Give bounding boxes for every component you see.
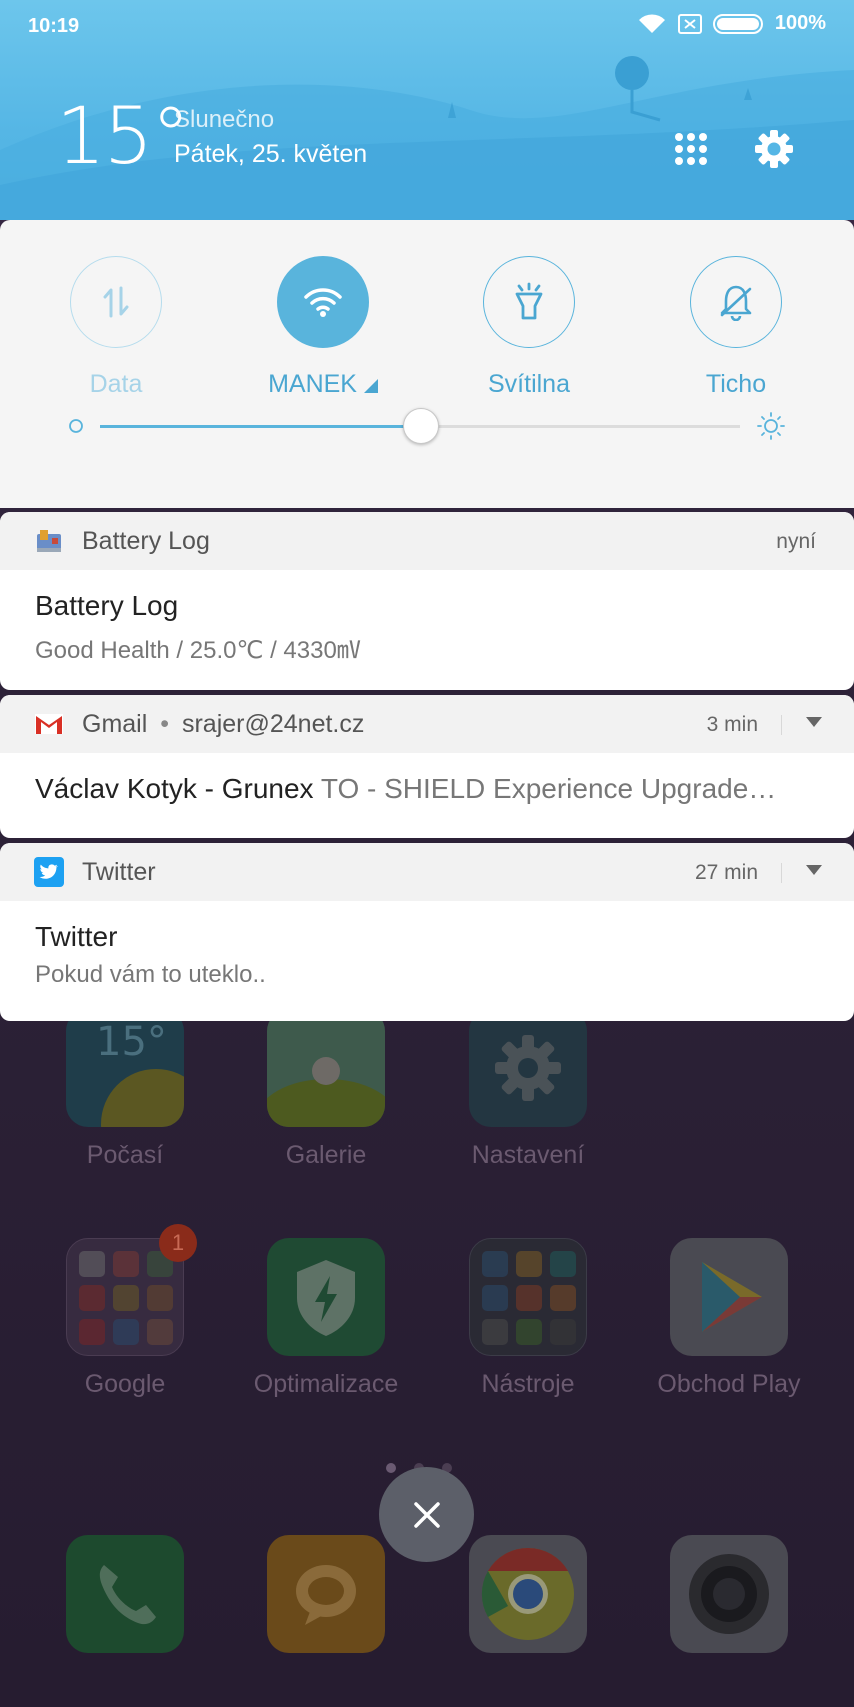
weather-app-icon: 15°	[66, 1009, 184, 1127]
optimize-app-icon	[267, 1238, 385, 1356]
tile-mobile-data[interactable]: Data	[31, 256, 201, 399]
app-label: Galerie	[285, 1141, 367, 1169]
notification-text: Pokud vám to uteklo..	[35, 961, 266, 988]
slider-knob[interactable]	[403, 408, 439, 444]
wifi-network-name: MANEK	[268, 370, 357, 398]
quick-settings-panel: Data MANEK Svítilna Ticho	[0, 220, 854, 508]
brightness-low-icon	[69, 419, 83, 433]
close-panel-button[interactable]	[379, 1467, 474, 1562]
messages-icon	[267, 1535, 385, 1653]
app-camera[interactable]	[629, 1535, 829, 1653]
notification-badge: 1	[159, 1224, 197, 1262]
chrome-icon	[469, 1535, 587, 1653]
weather-date: Pátek, 25. květen	[174, 140, 368, 168]
flashlight-icon	[515, 282, 543, 320]
tile-label: Svítilna	[488, 370, 570, 398]
slider-fill	[100, 425, 420, 428]
email-subject: TO - SHIELD Experience Upgrade…	[320, 773, 777, 804]
settings-app-icon	[469, 1009, 587, 1127]
wifi-icon	[304, 288, 342, 317]
notification-title: Twitter	[35, 921, 118, 952]
email-sender: Václav Kotyk - Grunex	[35, 773, 314, 804]
twitter-icon	[34, 857, 64, 887]
notification-text: Good Health / 25.0℃ / 4330㎷	[35, 637, 361, 664]
mute-bell-icon	[720, 285, 752, 321]
dropdown-corner-icon	[363, 379, 378, 393]
notification-time: nyní	[776, 530, 816, 553]
app-phone[interactable]	[25, 1535, 225, 1653]
settings-button[interactable]	[751, 126, 797, 172]
notification-app-name: Twitter	[82, 858, 156, 886]
app-tools-folder[interactable]: Nástroje	[428, 1238, 628, 1399]
app-play-store[interactable]: Obchod Play	[629, 1238, 829, 1399]
weather-condition: Slunečno	[174, 106, 275, 133]
app-chrome[interactable]	[428, 1535, 628, 1653]
tile-label: Data	[89, 370, 143, 398]
battery-percent: 100%	[774, 12, 826, 34]
gmail-icon	[34, 709, 64, 739]
notification-time: 3 min	[706, 713, 758, 736]
notification-app-name: Gmail • srajer@24net.cz	[82, 710, 365, 738]
notification-app-name: Battery Log	[82, 527, 210, 555]
gmail-account: srajer@24net.cz	[181, 710, 365, 738]
battery-icon	[712, 13, 763, 34]
tile-toggle[interactable]	[690, 256, 782, 348]
tools-folder-icon	[469, 1238, 587, 1356]
app-label: Obchod Play	[657, 1370, 801, 1398]
expand-chevron-icon[interactable]	[806, 865, 822, 875]
grid-icon	[675, 133, 707, 165]
phone-icon	[66, 1535, 184, 1653]
tile-label[interactable]: MANEK	[238, 370, 408, 399]
brightness-slider[interactable]	[66, 406, 794, 446]
toggles-grid-button[interactable]	[668, 126, 714, 172]
app-google-folder[interactable]: 1 Google	[25, 1224, 225, 1399]
gear-icon	[755, 130, 793, 168]
tile-label: Ticho	[705, 370, 767, 398]
notification-battery-log[interactable]: Battery Log nyní Battery Log Good Health…	[0, 512, 854, 690]
app-label: Nastavení	[471, 1141, 585, 1169]
no-sim-icon	[677, 13, 702, 34]
app-weather[interactable]: 15° Počasí	[25, 1009, 225, 1170]
app-messages[interactable]	[226, 1535, 426, 1653]
wifi-signal-icon	[638, 13, 665, 33]
notification-title: Battery Log	[35, 590, 179, 621]
status-time: 10:19	[28, 15, 80, 37]
app-gallery[interactable]: Galerie	[226, 1009, 426, 1170]
tile-wifi[interactable]: MANEK	[238, 256, 408, 399]
weather-temperature[interactable]: 15°	[56, 92, 190, 182]
tile-toggle[interactable]	[277, 256, 369, 348]
tile-toggle[interactable]	[483, 256, 575, 348]
tile-flashlight[interactable]: Svítilna	[444, 256, 614, 399]
camera-icon	[670, 1535, 788, 1653]
shield-bolt-icon	[297, 1260, 355, 1336]
app-optimize[interactable]: Optimalizace	[226, 1238, 426, 1399]
notification-header: 10:19 100% 15° Slunečno Pátek, 25. květe…	[0, 0, 854, 220]
tile-silent[interactable]: Ticho	[651, 256, 821, 399]
gear-icon	[495, 1035, 561, 1101]
status-bar: 10:19 100%	[0, 0, 854, 52]
play-store-icon	[670, 1238, 788, 1356]
tile-toggle[interactable]	[70, 256, 162, 348]
battery-log-app-icon	[34, 526, 64, 556]
app-label: Optimalizace	[253, 1370, 399, 1398]
mobile-data-icon	[103, 286, 129, 318]
weather-widget-temp: 15°	[96, 1019, 167, 1065]
notification-header: Twitter 27 min	[0, 843, 854, 901]
gallery-app-icon	[267, 1009, 385, 1127]
app-label: Počasí	[86, 1141, 164, 1169]
close-icon	[413, 1501, 440, 1528]
app-label: Nástroje	[481, 1370, 575, 1398]
notification-title: Václav Kotyk - Grunex TO - SHIELD Experi…	[35, 773, 825, 805]
notification-time: 27 min	[694, 861, 758, 884]
brightness-high-icon	[757, 412, 785, 440]
app-settings[interactable]: Nastavení	[428, 1009, 628, 1170]
notification-header: Gmail • srajer@24net.cz 3 min	[0, 695, 854, 753]
app-label: Google	[84, 1370, 166, 1398]
expand-chevron-icon[interactable]	[806, 717, 822, 727]
notification-header: Battery Log nyní	[0, 512, 854, 570]
notification-gmail[interactable]: Gmail • srajer@24net.cz 3 min Václav Kot…	[0, 695, 854, 838]
notification-twitter[interactable]: Twitter 27 min Twitter Pokud vám to utek…	[0, 843, 854, 1021]
